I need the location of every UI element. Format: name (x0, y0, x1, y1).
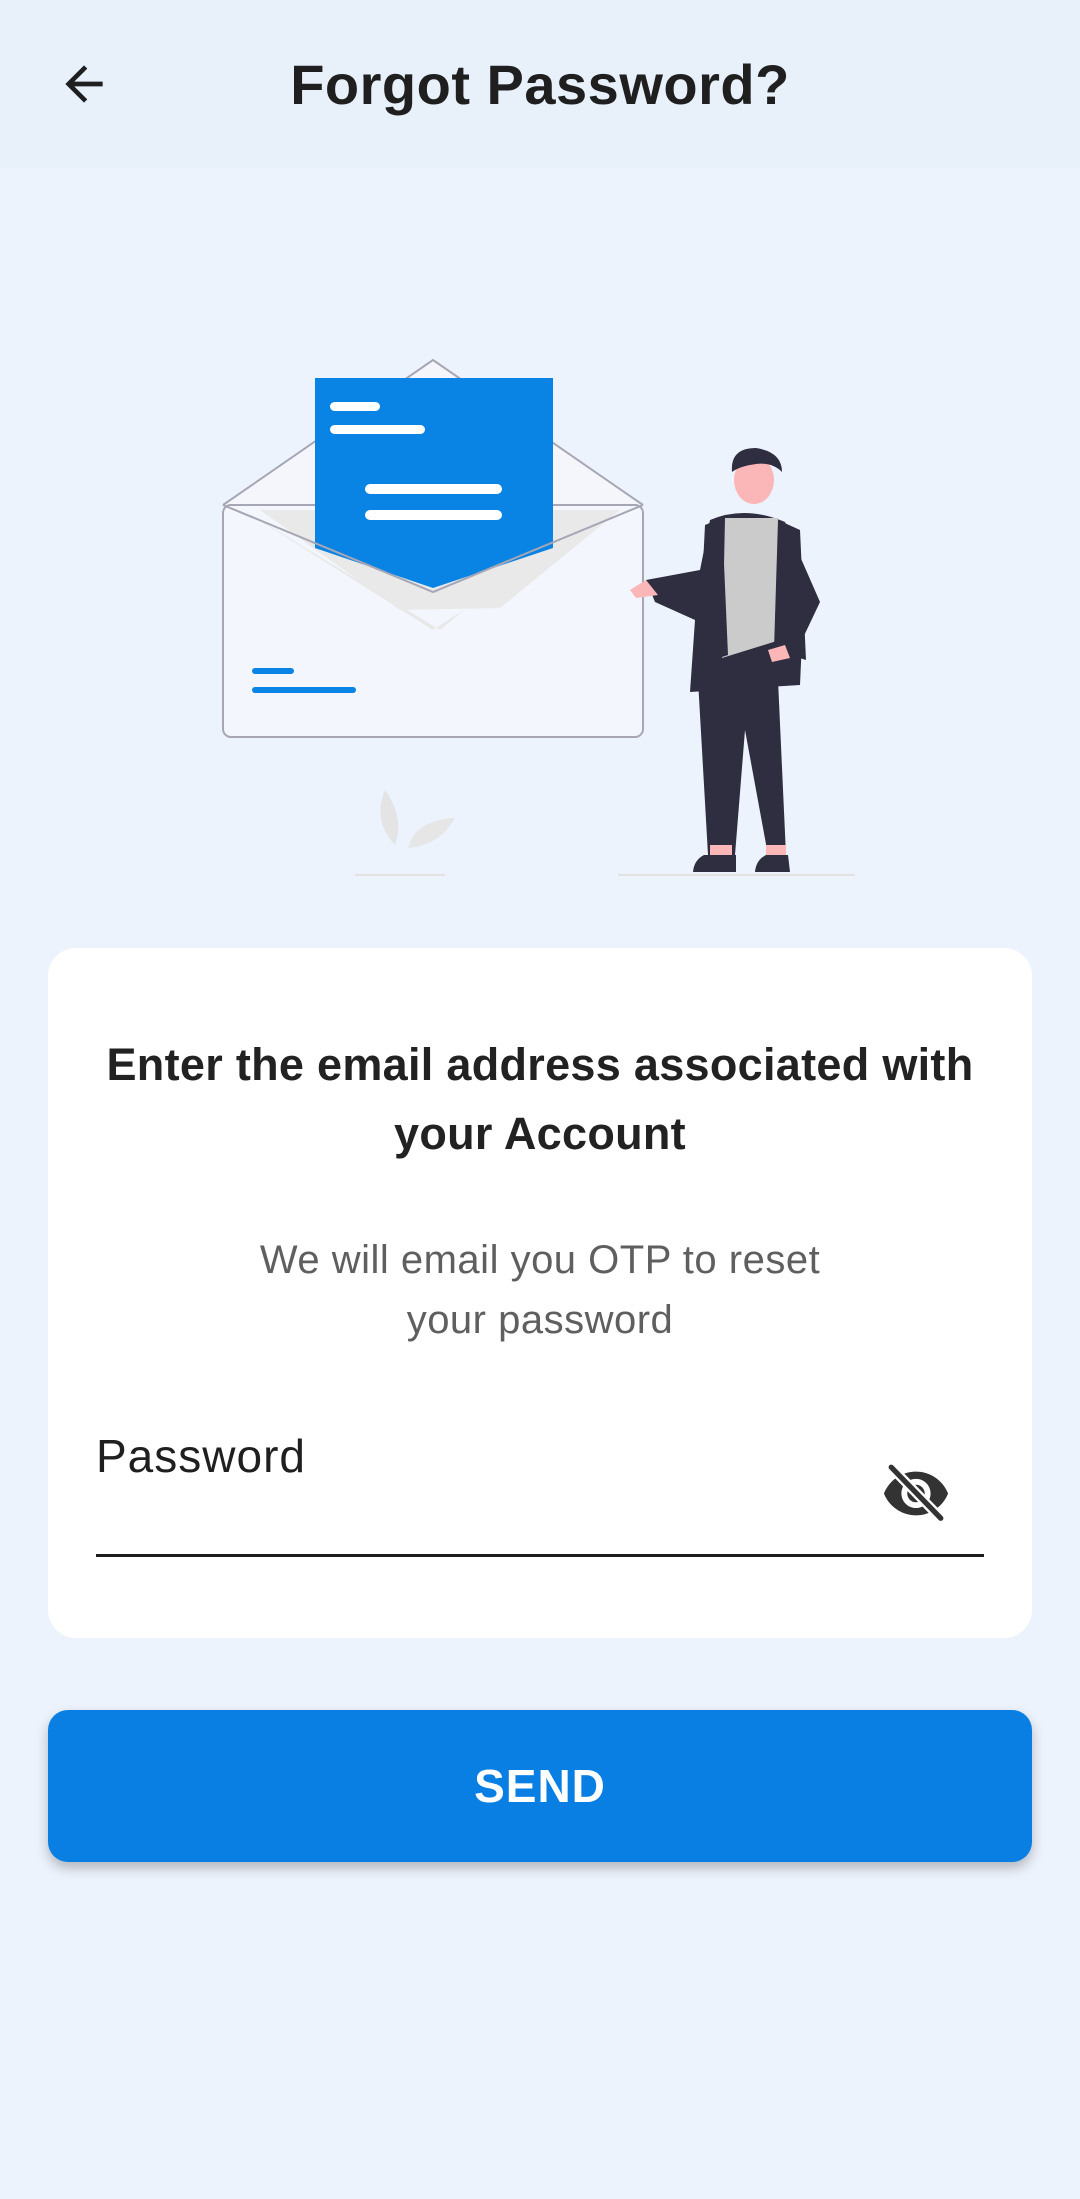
app-bar: Forgot Password? (0, 0, 1080, 168)
password-field[interactable]: Password (96, 1428, 984, 1557)
eye-off-icon (883, 1462, 949, 1524)
card-subtitle: We will email you OTP to reset your pass… (259, 1238, 821, 1342)
send-button[interactable]: SEND (48, 1710, 1032, 1862)
page-title: Forgot Password? (290, 53, 790, 116)
envelope-with-person-illustration (222, 358, 855, 876)
toggle-visibility-button[interactable] (880, 1456, 952, 1528)
card-heading: Enter the email address associated with … (106, 1039, 974, 1159)
reset-card: Enter the email address associated with … (48, 948, 1032, 1638)
password-label: Password (96, 1430, 306, 1482)
